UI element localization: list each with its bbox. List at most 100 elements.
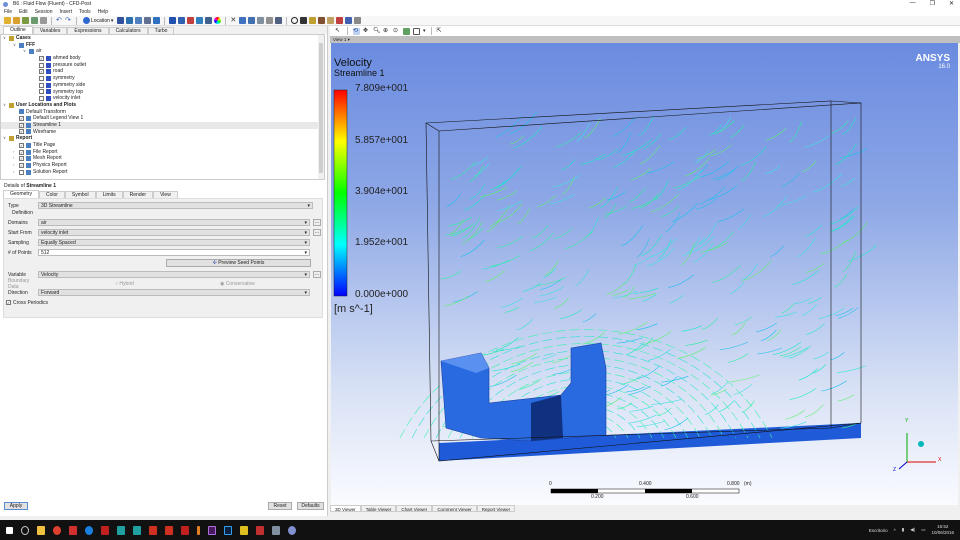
tab-geometry[interactable]: Geometry (3, 190, 39, 198)
tab-report-viewer[interactable]: Report Viewer (476, 505, 516, 512)
comment-icon[interactable] (266, 17, 274, 24)
tree-item[interactable]: ∨ User Locations and Plots (1, 102, 324, 109)
volume-icon[interactable]: ◀) (910, 527, 915, 533)
undo-icon[interactable]: ↶ (56, 17, 63, 24)
tab-variables[interactable]: Variables (32, 27, 68, 34)
search-icon[interactable] (21, 525, 29, 535)
tree-item[interactable]: › Solution Report (1, 169, 324, 176)
visibility-checkbox[interactable]: ✓ (19, 116, 24, 122)
tree-item[interactable]: symmetry (1, 75, 324, 82)
print-icon[interactable] (40, 17, 47, 24)
tree-item[interactable]: ✓ Default Legend View 1 (1, 115, 324, 122)
preview-seed-points-button[interactable]: ✣ Preview Seed Points (166, 259, 311, 267)
animation-icon[interactable] (300, 17, 308, 24)
app-icon-2[interactable] (85, 525, 93, 535)
case-comparison-icon[interactable] (354, 17, 362, 24)
coordinate-frame-icon[interactable] (178, 17, 186, 24)
tree-item[interactable]: › ✓ Mesh Report (1, 155, 324, 162)
domains-more-button[interactable]: ... (313, 219, 321, 226)
instance-transform-icon[interactable] (196, 17, 204, 24)
type-select[interactable]: 3D Streamline (38, 202, 313, 209)
redo-icon[interactable]: ↷ (65, 17, 72, 24)
tree-item[interactable]: ✓ ahmed body (1, 55, 324, 62)
tree-item[interactable]: ✓ Streamline 1 (1, 121, 324, 129)
color-map-icon[interactable] (214, 17, 222, 24)
tab-chart-viewer[interactable]: Chart Viewer (396, 505, 433, 512)
desktop-label[interactable]: Escritorio (869, 528, 888, 533)
fit-view-icon[interactable] (403, 27, 410, 35)
tab-calculators[interactable]: Calculators (108, 27, 148, 34)
reset-button[interactable]: Reset (268, 502, 292, 510)
visibility-checkbox[interactable]: ✓ (19, 129, 24, 135)
variable-more-button[interactable]: ... (313, 271, 321, 278)
rotate-icon[interactable]: ⟲ (353, 27, 360, 35)
tab-render[interactable]: Render (122, 191, 154, 198)
apply-button[interactable]: Apply (4, 502, 28, 510)
app-icon-8[interactable] (272, 525, 280, 535)
viewport-layout-icon[interactable] (413, 27, 420, 35)
visibility-checkbox[interactable]: ✓ (19, 162, 24, 168)
app-icon-1[interactable] (69, 525, 77, 535)
chrome-icon[interactable] (53, 525, 61, 535)
tab-expressions[interactable]: Expressions (67, 27, 109, 34)
tab-color[interactable]: Color (38, 191, 65, 198)
start-from-more-button[interactable]: ... (313, 229, 321, 236)
figure-icon[interactable] (275, 17, 283, 24)
menu-session[interactable]: Session (35, 9, 53, 15)
start-icon[interactable] (6, 526, 13, 534)
mesh-calculator-icon[interactable] (345, 17, 353, 24)
visibility-checkbox[interactable] (19, 169, 24, 175)
app-icon-6[interactable] (197, 525, 200, 535)
legend-icon[interactable] (187, 17, 195, 24)
tab-comment-viewer[interactable]: Comment Viewer (432, 505, 477, 512)
tree-scrollbar[interactable] (318, 35, 324, 179)
vector-icon[interactable] (117, 17, 125, 24)
autocad-icon-2[interactable] (165, 525, 173, 535)
3d-viewport[interactable]: Velocity Streamline 1 7.809e+001 5.857e+… (331, 43, 958, 505)
tree-item[interactable]: velocity inlet (1, 95, 324, 102)
variable-icon[interactable]: ✕ (230, 17, 237, 24)
app-icon-5[interactable] (133, 525, 141, 535)
app-icon-7[interactable] (256, 525, 264, 535)
cfd-post-icon[interactable] (288, 525, 296, 535)
tab-outline[interactable]: Outline (3, 26, 33, 34)
particle-track-icon[interactable] (144, 17, 152, 24)
timestep-icon[interactable] (291, 17, 299, 24)
tree-item[interactable]: pressure outlet (1, 62, 324, 69)
load-results-icon[interactable] (22, 17, 29, 24)
visibility-checkbox[interactable] (39, 96, 44, 102)
tree-item[interactable]: › ✓ Physics Report (1, 162, 324, 169)
autocad-icon-1[interactable] (149, 525, 157, 535)
menu-file[interactable]: File (4, 9, 12, 15)
conservative-radio[interactable]: ◉ Conservative (220, 281, 255, 287)
open-icon[interactable] (13, 17, 20, 24)
tree-item[interactable]: ✓ Title Page (1, 142, 324, 149)
photoshop-icon[interactable] (224, 525, 232, 535)
detach-icon[interactable]: ⇱ (437, 28, 444, 35)
macro-icon[interactable] (336, 17, 344, 24)
tab-table-viewer[interactable]: Table Viewer (360, 505, 397, 512)
tree-item[interactable]: ∨ FFF (1, 42, 324, 49)
new-icon[interactable] (4, 17, 11, 24)
hybrid-radio[interactable]: ○ Hybrid (115, 281, 134, 287)
domains-select[interactable]: air (38, 219, 310, 226)
zoom-fit-icon[interactable]: ⊙ (393, 28, 400, 35)
tab-3d-viewer[interactable]: 3D Viewer (330, 505, 361, 512)
volume-rendering-icon[interactable] (153, 17, 161, 24)
menu-insert[interactable]: Insert (59, 9, 72, 15)
location-dropdown[interactable]: Location ▾ (81, 17, 115, 24)
zoom-icon[interactable]: 🔍︎ (373, 28, 381, 35)
tree-item[interactable]: ∨ air (1, 48, 324, 55)
select-icon[interactable]: ↖ (335, 28, 342, 35)
menu-tools[interactable]: Tools (79, 9, 91, 15)
visibility-checkbox[interactable] (39, 75, 44, 81)
view-selector[interactable]: View 1 ▾ (330, 36, 960, 43)
variable-select[interactable]: Velocity (38, 271, 310, 278)
points-input[interactable]: 512 (38, 249, 310, 256)
menu-edit[interactable]: Edit (19, 9, 28, 15)
expression-icon[interactable] (239, 17, 247, 24)
tab-turbo[interactable]: Turbo (147, 27, 175, 34)
close-button[interactable]: ✕ (949, 0, 954, 7)
text-icon[interactable] (169, 17, 177, 24)
app-icon-3[interactable] (101, 525, 109, 535)
